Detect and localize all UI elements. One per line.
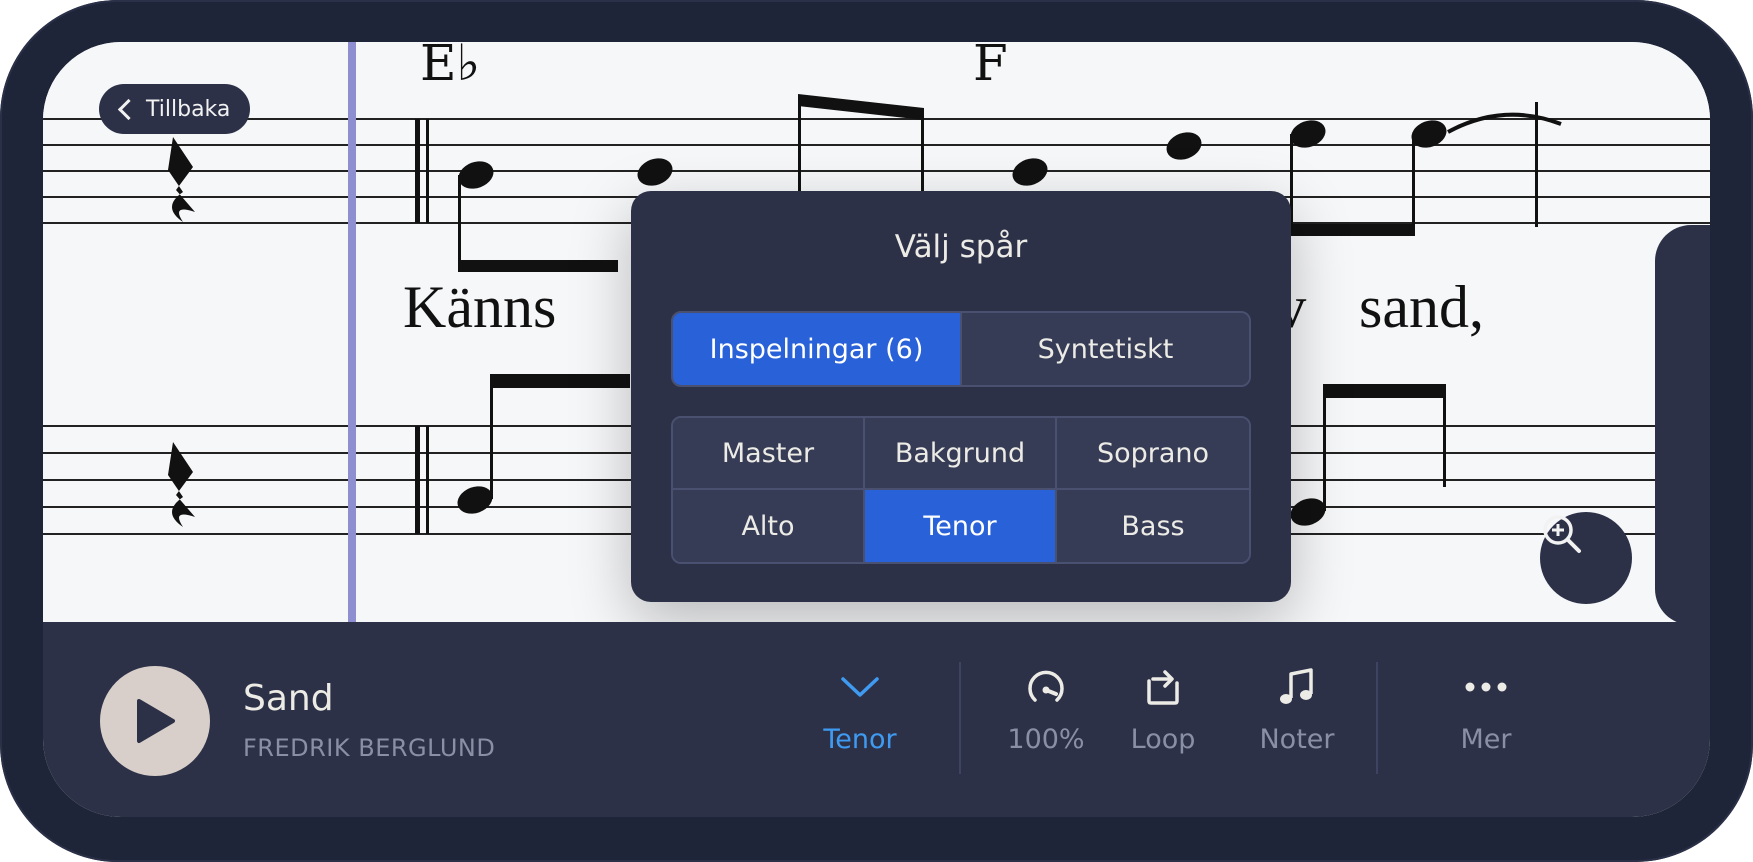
track-selector-label: Tenor: [823, 724, 897, 755]
track-selector-button[interactable]: Tenor: [800, 662, 920, 755]
device-frame: E♭ F Känns – tav sand, Tillbaka: [0, 0, 1753, 862]
divider: [959, 662, 961, 774]
loop-label: Loop: [1130, 724, 1196, 755]
song-artist: FREDRIK BERGLUND: [243, 734, 496, 762]
speed-button[interactable]: 100%: [986, 662, 1106, 755]
notes-label: Noter: [1259, 724, 1335, 755]
source-segmented-control: Inspelningar (6) Syntetiskt: [671, 311, 1251, 387]
popover-title: Välj spår: [894, 229, 1028, 265]
music-note-icon: [1280, 668, 1313, 704]
track-option-master[interactable]: Master: [673, 418, 865, 490]
chevron-down-icon: [841, 677, 879, 697]
zoom-button[interactable]: [1540, 512, 1632, 604]
chord-symbol: F: [973, 42, 1008, 92]
zoom-in-icon: [1543, 515, 1581, 553]
track-option-background[interactable]: Bakgrund: [865, 418, 1057, 490]
song-title: Sand: [243, 678, 334, 719]
side-panel-handle[interactable]: [1655, 225, 1710, 622]
more-label: Mer: [1460, 724, 1512, 755]
sheet-music[interactable]: E♭ F Känns – tav sand, Tillbaka: [43, 42, 1710, 622]
chevron-left-icon: [117, 98, 140, 120]
track-picker-popover: Välj spår Inspelningar (6) Syntetiskt Ma…: [631, 191, 1291, 602]
player-bar: Sand FREDRIK BERGLUND Tenor 100% Loop No…: [43, 622, 1710, 817]
track-option-soprano[interactable]: Soprano: [1057, 418, 1249, 490]
loop-button[interactable]: Loop: [1103, 662, 1223, 755]
screen: E♭ F Känns – tav sand, Tillbaka: [43, 42, 1710, 817]
back-button-label: Tillbaka: [146, 96, 231, 122]
tab-synthetic[interactable]: Syntetiskt: [960, 313, 1249, 385]
speedometer-icon: [1028, 670, 1064, 702]
more-button[interactable]: Mer: [1426, 662, 1546, 755]
loop-icon: [1147, 670, 1179, 705]
tab-recordings[interactable]: Inspelningar (6): [673, 313, 960, 385]
chord-symbol: E♭: [420, 42, 481, 92]
lyric-word: sand,: [1359, 274, 1484, 340]
more-icon: [1465, 682, 1507, 692]
notes-button[interactable]: Noter: [1237, 662, 1357, 755]
lyric-word: Känns: [403, 274, 557, 340]
track-grid: Master Bakgrund Soprano Alto Tenor Bass: [671, 416, 1251, 564]
play-icon: [137, 699, 175, 743]
track-option-alto[interactable]: Alto: [673, 490, 865, 562]
track-option-tenor[interactable]: Tenor: [865, 490, 1057, 562]
track-option-bass[interactable]: Bass: [1057, 490, 1249, 562]
play-button[interactable]: [100, 666, 210, 776]
divider: [1376, 662, 1378, 774]
speed-label: 100%: [1007, 724, 1085, 755]
back-button[interactable]: Tillbaka: [99, 84, 251, 134]
